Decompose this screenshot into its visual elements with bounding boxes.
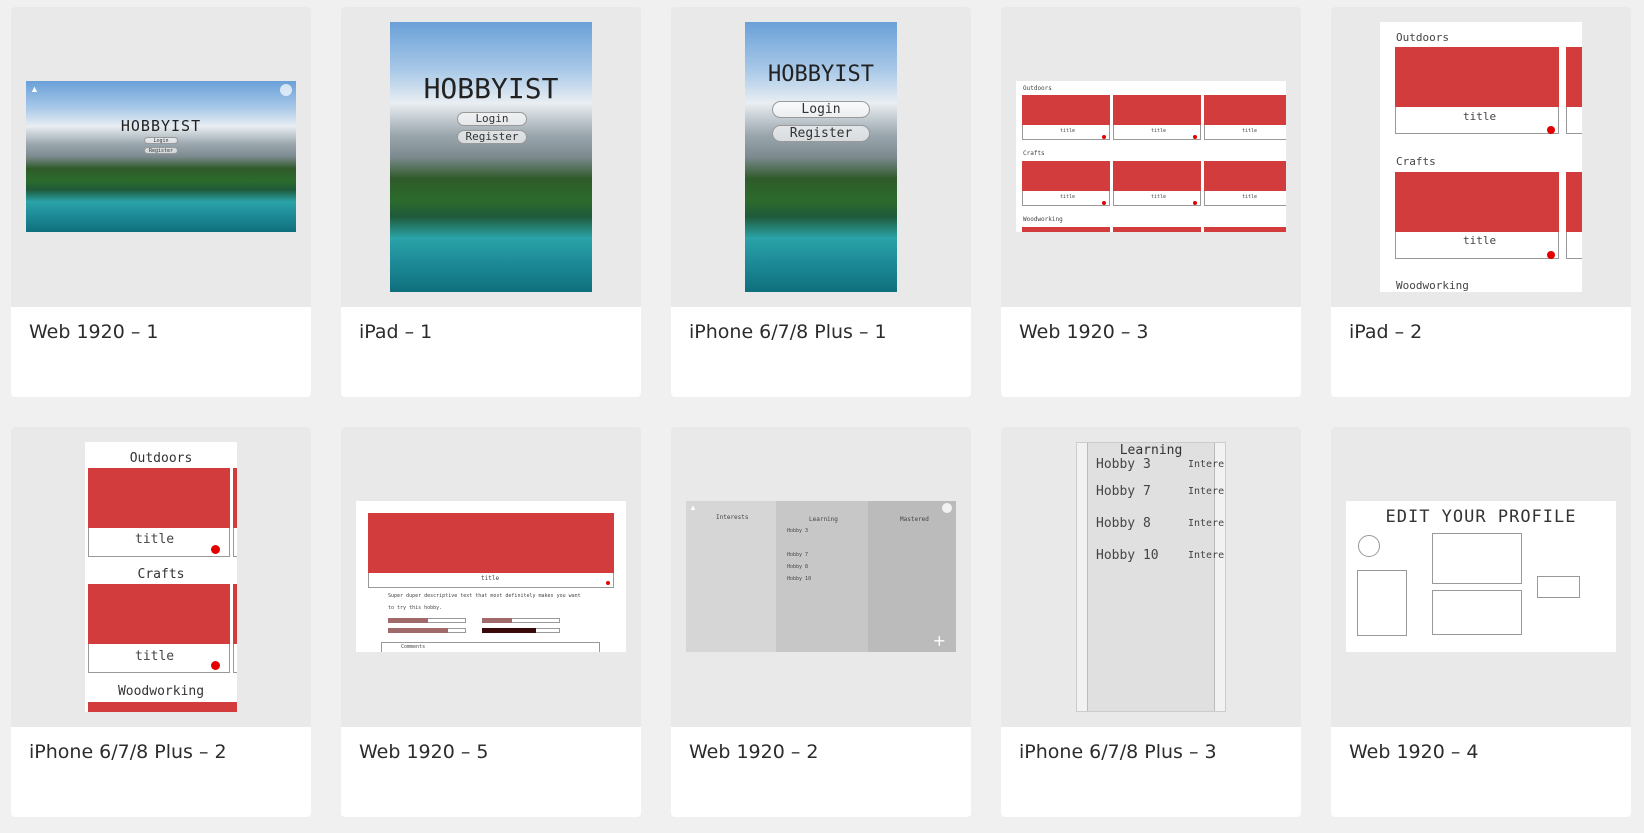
artboard-thumbnail: Outdoors title Crafts title Woodworking — [11, 427, 311, 727]
artboard-card-iphone-2[interactable]: Outdoors title Crafts title Woodworking … — [11, 427, 311, 817]
page-title: EDIT YOUR PROFILE — [1385, 507, 1577, 527]
artboard-card-web1920-3[interactable]: Outdoors title title title Crafts title — [1001, 7, 1301, 397]
description-text: Super duper descriptive text that most d… — [388, 593, 581, 599]
column-heading: Interests — [716, 514, 749, 521]
artboard-card-ipad-1[interactable]: HOBBYIST Login Register iPad – 1 — [341, 7, 641, 397]
artboard-card-web1920-4[interactable]: EDIT YOUR PROFILE Web 1920 – 4 — [1331, 427, 1631, 817]
landscape-image: HOBBYIST Login Register — [390, 22, 592, 292]
artboard-label: iPhone 6/7/8 Plus – 2 — [29, 741, 227, 763]
section-heading: Woodworking — [1396, 279, 1469, 292]
artboard-label: iPad – 2 — [1349, 321, 1423, 343]
app-title: HOBBYIST — [120, 117, 202, 135]
screen-title: Learning — [1119, 443, 1183, 458]
artboard-card-iphone-1[interactable]: HOBBYIST Login Register iPhone 6/7/8 Plu… — [671, 7, 971, 397]
artboard-thumbnail: Interests Learning Mastered Hobby 3 Hobb… — [671, 427, 971, 727]
comments-heading: Comments — [401, 644, 426, 650]
section-heading: Outdoors — [1023, 85, 1052, 92]
avatar-placeholder — [1358, 535, 1380, 557]
artboard-label: iPhone 6/7/8 Plus – 3 — [1019, 741, 1217, 763]
section-heading: Woodworking — [1023, 216, 1063, 223]
section-heading: Outdoors — [1396, 31, 1449, 44]
hobby-detail-preview: title Super duper descriptive text that … — [356, 501, 626, 652]
artboard-card-web1920-5[interactable]: title Super duper descriptive text that … — [341, 427, 641, 817]
category-list-preview: Outdoors title Crafts title Woodworking — [85, 442, 237, 712]
avatar-icon — [280, 84, 292, 96]
login-button: Login — [457, 112, 527, 126]
artboard-label: Web 1920 – 3 — [1019, 321, 1149, 343]
edit-profile-preview: EDIT YOUR PROFILE — [1346, 501, 1616, 652]
column-heading: Learning — [809, 516, 838, 523]
section-heading: Crafts — [137, 567, 185, 582]
learning-list-preview: Learning Hobby 3 Intere Hobby 7 Intere H… — [1076, 442, 1226, 712]
register-button: Register — [772, 125, 870, 142]
login-button: Login — [144, 137, 178, 144]
landscape-image: HOBBYIST Login Register ▲ — [26, 81, 296, 232]
artboard-thumbnail: HOBBYIST Login Register — [671, 7, 971, 307]
add-icon: + — [932, 631, 946, 650]
category-grid-preview: Outdoors title title title Crafts title — [1016, 81, 1286, 232]
description-text: to try this hobby. — [388, 605, 443, 611]
artboard-label: iPhone 6/7/8 Plus – 1 — [689, 321, 887, 343]
logo-icon: ▲ — [689, 503, 697, 512]
artboard-card-ipad-2[interactable]: Outdoors title Crafts title Woodworking … — [1331, 7, 1631, 397]
category-list-preview: Outdoors title Crafts title Woodworking — [1380, 22, 1582, 292]
artboard-thumbnail: Outdoors title title title Crafts title — [1001, 7, 1301, 307]
artboard-thumbnail: Outdoors title Crafts title Woodworking — [1331, 7, 1631, 307]
avatar-icon — [942, 503, 952, 513]
register-button: Register — [144, 147, 178, 154]
register-button: Register — [457, 130, 527, 144]
app-title: HOBBYIST — [423, 72, 559, 105]
artboard-thumbnail: Learning Hobby 3 Intere Hobby 7 Intere H… — [1001, 427, 1301, 727]
artboard-card-web1920-1[interactable]: HOBBYIST Login Register ▲ Web 1920 – 1 — [11, 7, 311, 397]
section-heading: Crafts — [1023, 150, 1045, 157]
artboard-card-web1920-2[interactable]: Interests Learning Mastered Hobby 3 Hobb… — [671, 427, 971, 817]
artboard-thumbnail: HOBBYIST Login Register ▲ — [11, 7, 311, 307]
artboard-label: Web 1920 – 5 — [359, 741, 489, 763]
login-button: Login — [772, 101, 870, 118]
artboard-label: Web 1920 – 2 — [689, 741, 819, 763]
section-heading: Woodworking — [117, 684, 205, 699]
logo-icon: ▲ — [30, 84, 39, 94]
artboard-grid: HOBBYIST Login Register ▲ Web 1920 – 1 H… — [0, 0, 1644, 833]
app-title: HOBBYIST — [768, 62, 874, 87]
section-heading: Outdoors — [129, 451, 193, 466]
artboard-label: iPad – 1 — [359, 321, 433, 343]
column-heading: Mastered — [900, 516, 929, 523]
artboard-label: Web 1920 – 4 — [1349, 741, 1479, 763]
artboard-thumbnail: title Super duper descriptive text that … — [341, 427, 641, 727]
section-heading: Crafts — [1396, 155, 1436, 168]
artboard-label: Web 1920 – 1 — [29, 321, 159, 343]
landscape-image: HOBBYIST Login Register — [745, 22, 897, 292]
artboard-card-iphone-3[interactable]: Learning Hobby 3 Intere Hobby 7 Intere H… — [1001, 427, 1301, 817]
artboard-thumbnail: HOBBYIST Login Register — [341, 7, 641, 307]
artboard-thumbnail: EDIT YOUR PROFILE — [1331, 427, 1631, 727]
dashboard-preview: Interests Learning Mastered Hobby 3 Hobb… — [686, 501, 956, 652]
